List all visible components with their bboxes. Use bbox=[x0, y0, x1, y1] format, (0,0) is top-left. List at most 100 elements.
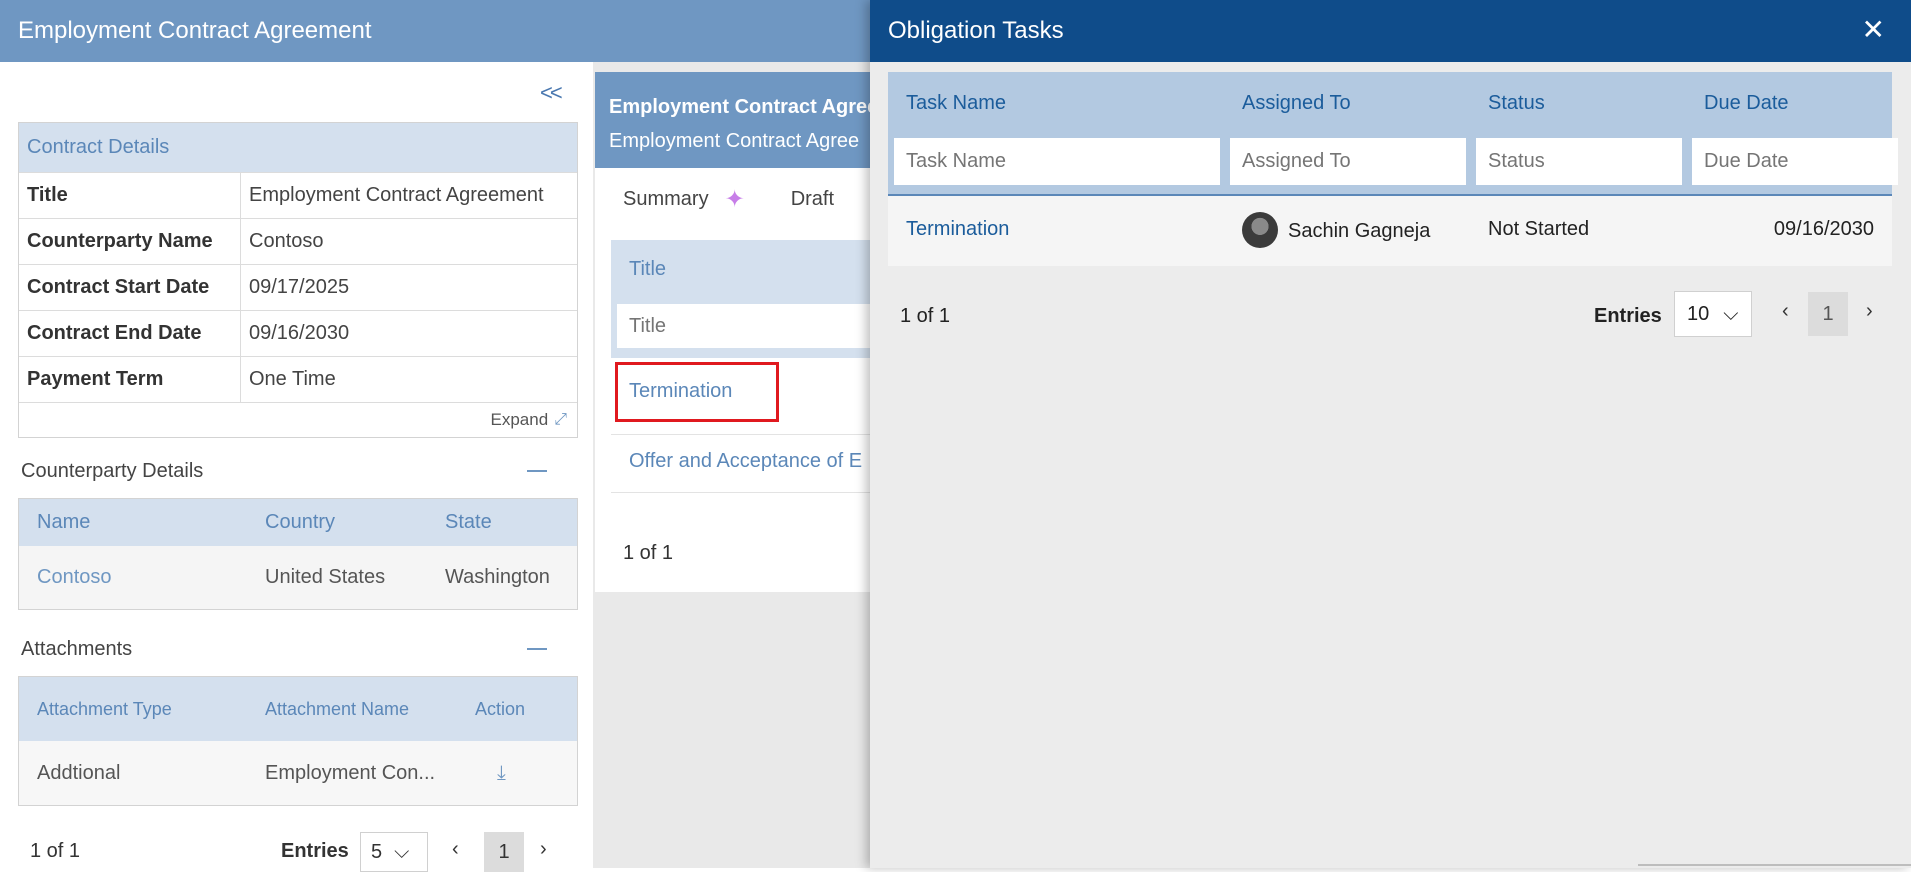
table-cell: United States bbox=[265, 566, 386, 588]
expand-button[interactable]: Expand ⤢ bbox=[19, 402, 577, 437]
counterparty-section-title: Counterparty Details bbox=[21, 460, 204, 482]
status-filter[interactable] bbox=[1476, 138, 1682, 185]
left-pager: 1 of 1 Entries 5 ⌵ ‹ 1 › bbox=[18, 832, 578, 872]
chevron-right-icon[interactable]: › bbox=[1866, 300, 1873, 323]
entries-label: Entries bbox=[281, 840, 349, 862]
clause-list-card: Employment Contract Agree Employment Con… bbox=[595, 72, 893, 592]
page-number[interactable]: 1 bbox=[484, 832, 524, 872]
pager-count: 1 of 1 bbox=[30, 840, 81, 862]
detail-key: Contract End Date bbox=[19, 311, 241, 356]
detail-key: Payment Term bbox=[19, 357, 241, 402]
due-date-text: 09/16/2030 bbox=[1773, 218, 1874, 240]
entries-select[interactable]: 5 ⌵ bbox=[360, 832, 428, 872]
detail-row: Contract Start Date 09/17/2025 bbox=[19, 264, 577, 310]
column-header[interactable]: Country bbox=[247, 511, 427, 534]
assignee-name: Sachin Gagneja bbox=[1288, 220, 1431, 242]
grid-header: Attachment Type Attachment Name Action bbox=[19, 677, 577, 741]
column-header[interactable]: Status bbox=[1488, 92, 1545, 115]
center-header-subtitle: Employment Contract Agree bbox=[609, 130, 860, 152]
attachments-section-title: Attachments bbox=[21, 638, 133, 660]
tab-bar: Summary ✦ Draft bbox=[595, 168, 893, 230]
clause-link-offer[interactable]: Offer and Acceptance of E bbox=[629, 450, 862, 473]
title-filter-header: Title bbox=[611, 240, 893, 358]
detail-value: Contoso bbox=[249, 230, 324, 252]
divider bbox=[611, 434, 893, 435]
pager-count: 1 of 1 bbox=[900, 305, 951, 327]
entries-value: 5 bbox=[371, 840, 383, 863]
column-header[interactable]: Assigned To bbox=[1242, 92, 1351, 115]
obligation-tasks-panel: Obligation Tasks ✕ Task Name Assigned To… bbox=[870, 0, 1911, 868]
table-row: Termination Sachin Gagneja Not Started 0… bbox=[888, 194, 1892, 266]
detail-value: 09/16/2030 bbox=[249, 322, 350, 344]
column-header[interactable]: Name bbox=[19, 511, 247, 534]
center-header: Employment Contract Agree Employment Con… bbox=[595, 72, 893, 168]
chevron-down-icon: ⌵ bbox=[394, 840, 410, 863]
tab-draft[interactable]: Draft bbox=[791, 188, 834, 211]
detail-value: Employment Contract Agreement bbox=[249, 184, 544, 206]
column-header[interactable]: Due Date bbox=[1704, 92, 1789, 115]
title-filter-input[interactable] bbox=[617, 304, 893, 348]
detail-key: Title bbox=[19, 173, 241, 218]
contract-details-title: Contract Details bbox=[19, 123, 577, 172]
column-header[interactable]: State bbox=[427, 511, 577, 534]
entries-select[interactable]: 10 ⌵ bbox=[1674, 291, 1752, 337]
table-cell: Addtional bbox=[37, 761, 121, 784]
obligation-tasks-table: Task Name Assigned To Status Due Date Te… bbox=[888, 72, 1898, 266]
panel-title: Obligation Tasks bbox=[888, 17, 1064, 44]
page-title: Employment Contract Agreement bbox=[18, 17, 372, 44]
detail-row: Title Employment Contract Agreement bbox=[19, 172, 577, 218]
detail-row: Contract End Date 09/16/2030 bbox=[19, 310, 577, 356]
highlight-box bbox=[615, 362, 779, 422]
chevron-left-icon[interactable]: ‹ bbox=[452, 838, 459, 861]
table-cell: Washington bbox=[445, 566, 550, 588]
detail-key: Counterparty Name bbox=[19, 219, 241, 264]
attachments-grid: Attachment Type Attachment Name Action A… bbox=[18, 676, 578, 806]
divider bbox=[611, 492, 893, 493]
table-row: Addtional Employment Con... ⤓ bbox=[19, 741, 577, 805]
close-icon[interactable]: ✕ bbox=[1862, 16, 1885, 44]
detail-value: 09/17/2025 bbox=[249, 276, 350, 298]
chevron-down-icon: ⌵ bbox=[1723, 302, 1739, 325]
chevron-left-icon[interactable]: ‹ bbox=[1782, 300, 1789, 323]
entries-label: Entries bbox=[1594, 305, 1662, 327]
entries-value: 10 bbox=[1687, 302, 1710, 325]
panel-header: Obligation Tasks ✕ bbox=[870, 0, 1911, 62]
expand-icon: ⤢ bbox=[554, 411, 567, 428]
detail-row: Payment Term One Time bbox=[19, 356, 577, 402]
contract-details-card: Contract Details Title Employment Contra… bbox=[18, 122, 578, 438]
task-link-termination[interactable]: Termination bbox=[906, 218, 1009, 241]
detail-key: Contract Start Date bbox=[19, 265, 241, 310]
divider bbox=[1638, 864, 1911, 866]
due-date-filter[interactable] bbox=[1692, 138, 1898, 185]
minus-icon[interactable] bbox=[527, 470, 547, 472]
avatar bbox=[1242, 212, 1278, 248]
counterparty-grid: Name Country State Contoso United States… bbox=[18, 498, 578, 610]
collapse-icon[interactable]: << bbox=[540, 80, 563, 106]
pager-count: 1 of 1 bbox=[623, 542, 674, 564]
expand-label: Expand bbox=[490, 410, 549, 429]
column-header[interactable]: Title bbox=[629, 258, 666, 281]
status-text: Not Started bbox=[1488, 218, 1590, 240]
table-header: Task Name Assigned To Status Due Date bbox=[888, 72, 1898, 194]
center-pane: Employment Contract Agree Employment Con… bbox=[593, 62, 893, 868]
detail-row: Counterparty Name Contoso bbox=[19, 218, 577, 264]
counterparty-link[interactable]: Contoso bbox=[19, 566, 247, 589]
detail-value: One Time bbox=[249, 368, 336, 390]
task-name-filter[interactable] bbox=[894, 138, 1220, 185]
chevron-right-icon[interactable]: › bbox=[540, 838, 547, 861]
sparkle-icon: ✦ bbox=[724, 185, 745, 213]
column-header[interactable]: Task Name bbox=[906, 92, 1006, 115]
left-pane: << Contract Details Title Employment Con… bbox=[0, 62, 593, 868]
minus-icon[interactable] bbox=[527, 648, 547, 650]
page-number[interactable]: 1 bbox=[1808, 292, 1848, 336]
center-header-title: Employment Contract Agree bbox=[609, 96, 879, 118]
download-icon[interactable]: ⤓ bbox=[457, 762, 577, 785]
tab-summary[interactable]: Summary bbox=[623, 188, 709, 211]
column-header[interactable]: Action bbox=[457, 699, 577, 720]
column-header[interactable]: Attachment Type bbox=[19, 699, 247, 720]
column-header[interactable]: Attachment Name bbox=[247, 699, 457, 720]
table-row: Contoso United States Washington bbox=[19, 546, 577, 609]
assigned-to-filter[interactable] bbox=[1230, 138, 1466, 185]
table-cell: Employment Con... bbox=[265, 761, 436, 784]
grid-header: Name Country State bbox=[19, 499, 577, 546]
